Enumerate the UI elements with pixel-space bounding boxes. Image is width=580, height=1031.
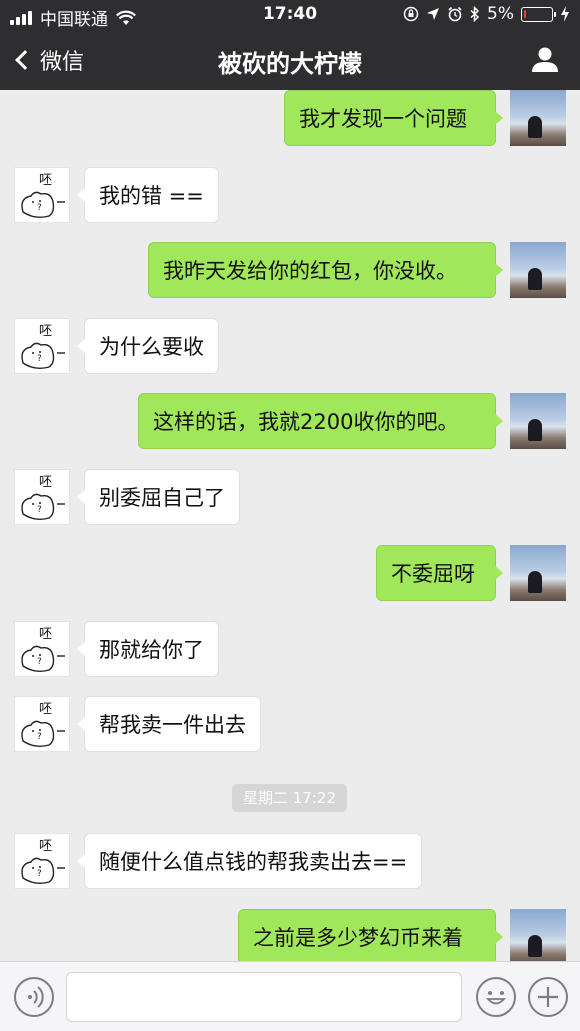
sticker-avatar-image: 呸? xyxy=(21,173,65,219)
orientation-lock-icon xyxy=(403,6,419,22)
alarm-icon xyxy=(448,6,462,22)
my-avatar[interactable] xyxy=(510,242,566,298)
my-avatar[interactable] xyxy=(510,545,566,601)
sticker-avatar-image: 呸? xyxy=(21,627,65,673)
sticker-text: 呸 xyxy=(39,173,52,188)
sticker-text: 呸 xyxy=(39,627,52,642)
sticker-mark: ? xyxy=(37,732,42,742)
sticker-avatar-image: 呸? xyxy=(21,839,65,885)
outgoing-message[interactable]: 这样的话，我就2200收你的吧。 xyxy=(138,393,503,449)
contact-avatar[interactable]: 呸? xyxy=(14,318,70,374)
contact-avatar[interactable]: 呸? xyxy=(14,167,70,223)
avatar-figure xyxy=(528,571,542,593)
charging-icon xyxy=(561,6,569,22)
bluetooth-icon xyxy=(470,6,480,22)
incoming-message[interactable]: 那就给你了 xyxy=(77,621,219,677)
incoming-message[interactable]: 我的错 == xyxy=(77,167,219,223)
outgoing-message[interactable]: 不委屈呀 xyxy=(376,545,503,601)
contact-avatar[interactable]: 呸? xyxy=(14,621,70,677)
sticker-text: 呸 xyxy=(39,839,52,854)
avatar-figure xyxy=(528,268,542,290)
incoming-message[interactable]: 为什么要收 xyxy=(77,318,219,374)
emoji-icon xyxy=(485,991,507,1005)
battery-percent: 5% xyxy=(487,4,514,24)
battery-icon xyxy=(521,6,556,22)
input-bar xyxy=(0,961,580,1031)
sticker-text: 呸 xyxy=(39,324,52,339)
message-list[interactable]: 我才发现一个问题呸? 我的错 == 我昨天发给你的红包，你没收。呸? 为什么要收 这样的… xyxy=(0,90,580,961)
outgoing-message[interactable]: 我才发现一个问题 xyxy=(284,90,503,146)
battery-level xyxy=(524,9,526,18)
voice-button[interactable] xyxy=(14,977,54,1017)
status-bar: 中国联通 17:40 5% xyxy=(0,0,580,30)
sticker-mark: ? xyxy=(37,354,42,364)
voice-icon xyxy=(28,986,44,1008)
sticker-mark: ? xyxy=(37,505,42,515)
outgoing-message[interactable]: 我昨天发给你的红包，你没收。 xyxy=(148,242,503,298)
chat-header: 微信 被砍的大柠檬 xyxy=(0,30,580,90)
chat-title: 被砍的大柠檬 xyxy=(218,50,362,78)
plus-icon xyxy=(538,987,558,1007)
timestamp-divider: 星期二 17:22 xyxy=(232,784,347,812)
location-icon xyxy=(427,8,440,20)
emoji-button[interactable] xyxy=(476,977,516,1017)
incoming-message[interactable]: 别委屈自己了 xyxy=(77,469,240,525)
incoming-message[interactable]: 随便什么值点钱的帮我卖出去== xyxy=(76,833,423,889)
contact-avatar[interactable]: 呸? xyxy=(14,469,70,525)
message-input[interactable] xyxy=(66,972,462,1022)
my-avatar[interactable] xyxy=(510,90,566,146)
sticker-avatar-image: 呸? xyxy=(21,702,65,748)
avatar-figure xyxy=(528,116,542,138)
avatar-figure xyxy=(528,935,542,957)
avatar-figure xyxy=(528,419,542,441)
sticker-mark: ? xyxy=(37,657,42,667)
outgoing-message[interactable]: 之前是多少梦幻币来着 xyxy=(238,909,503,961)
contact-avatar[interactable]: 呸? xyxy=(14,696,70,752)
sticker-text: 呸 xyxy=(39,702,52,717)
my-avatar[interactable] xyxy=(510,393,566,449)
person-icon[interactable] xyxy=(530,44,560,74)
sticker-mark: ? xyxy=(37,869,42,879)
incoming-message[interactable]: 帮我卖一件出去 xyxy=(77,696,261,752)
my-avatar[interactable] xyxy=(510,909,566,961)
sticker-avatar-image: 呸? xyxy=(21,475,65,521)
sticker-text: 呸 xyxy=(39,475,52,490)
status-right: 5% xyxy=(403,4,570,24)
sticker-avatar-image: 呸? xyxy=(21,324,65,370)
sticker-mark: ? xyxy=(37,203,42,213)
more-button[interactable] xyxy=(528,977,568,1017)
contact-avatar[interactable]: 呸? xyxy=(14,833,70,889)
